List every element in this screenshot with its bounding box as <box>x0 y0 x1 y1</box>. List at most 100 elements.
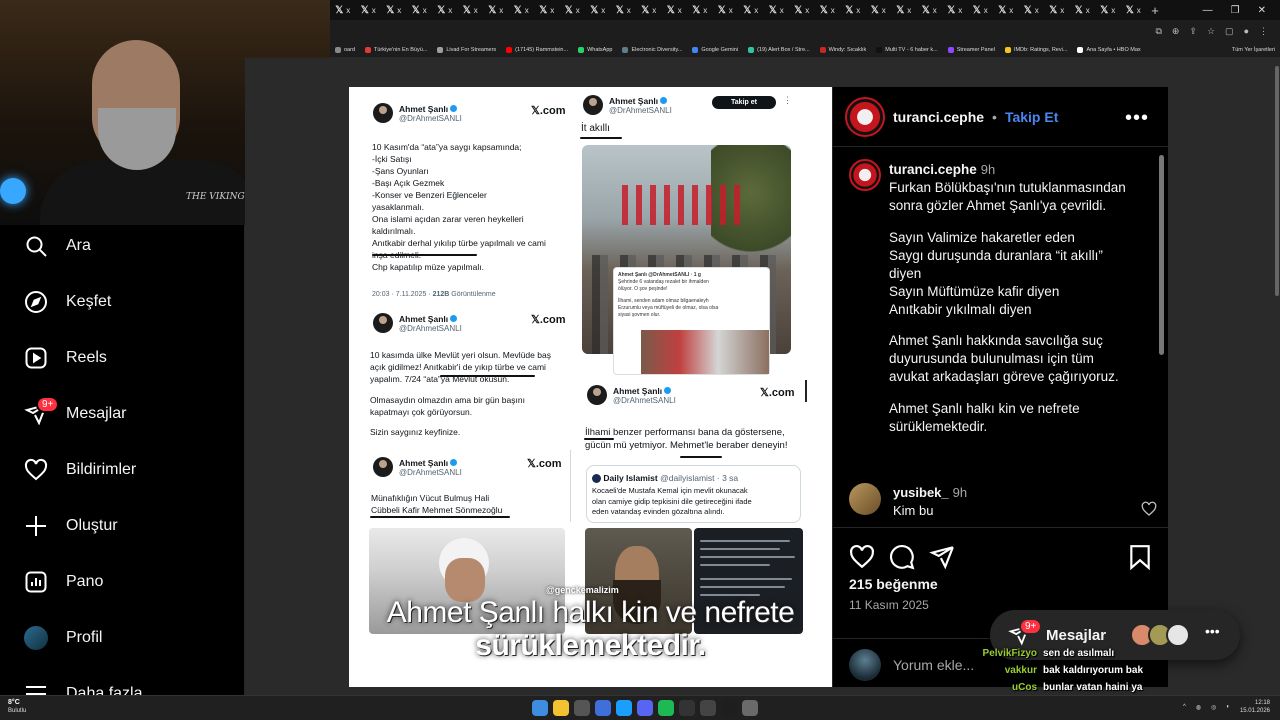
new-tab-button[interactable]: + <box>1146 3 1164 18</box>
tab-close-icon[interactable]: x <box>550 6 554 15</box>
browser-tab[interactable]: 𝕏x <box>840 0 866 20</box>
commenter-avatar[interactable] <box>849 483 881 515</box>
browser-tab[interactable]: 𝕏x <box>891 0 917 20</box>
browser-tab[interactable]: 𝕏x <box>917 0 943 20</box>
sidebar-item-search[interactable]: Ara <box>24 234 91 258</box>
obs-icon[interactable] <box>742 700 758 716</box>
tab-close-icon[interactable]: x <box>525 6 529 15</box>
tab-close-icon[interactable]: x <box>1086 6 1090 15</box>
browser-tab[interactable]: 𝕏x <box>993 0 1019 20</box>
browser-menu-icon[interactable]: ⋮ <box>1259 26 1268 37</box>
browser-tab[interactable]: 𝕏x <box>458 0 484 20</box>
tab-close-icon[interactable]: x <box>499 6 503 15</box>
browser-tab[interactable]: 𝕏x <box>611 0 637 20</box>
tab-close-icon[interactable]: x <box>907 6 911 15</box>
tab-close-icon[interactable]: x <box>601 6 605 15</box>
tab-close-icon[interactable]: x <box>1137 6 1141 15</box>
tab-close-icon[interactable]: x <box>576 6 580 15</box>
bookmark-item[interactable]: (17145) Rammstein... <box>501 46 573 53</box>
tab-close-icon[interactable]: x <box>984 6 988 15</box>
tab-close-icon[interactable]: x <box>372 6 376 15</box>
bookmark-item[interactable]: Electronic Diversity... <box>617 46 687 53</box>
comment-like-icon[interactable] <box>1141 501 1157 517</box>
browser-tab[interactable]: 𝕏x <box>942 0 968 20</box>
tab-close-icon[interactable]: x <box>933 6 937 15</box>
close-window-button[interactable]: ✕ <box>1258 5 1266 16</box>
bookmark-item[interactable]: IMDb: Ratings, Revi... <box>1000 46 1073 53</box>
all-bookmarks-button[interactable]: Tüm Yer İşaretleri <box>1227 47 1280 53</box>
browser-tab[interactable]: 𝕏x <box>687 0 713 20</box>
tab-close-icon[interactable]: x <box>627 6 631 15</box>
tab-close-icon[interactable]: x <box>1009 6 1013 15</box>
epic-games-icon[interactable] <box>679 700 695 716</box>
browser-tab[interactable]: 𝕏x <box>968 0 994 20</box>
tab-close-icon[interactable]: x <box>1060 6 1064 15</box>
app-icon[interactable] <box>700 700 716 716</box>
tray-network-icon[interactable]: ◎ <box>1211 704 1216 711</box>
browser-tab[interactable]: 𝕏x <box>815 0 841 20</box>
chrome-icon[interactable] <box>553 700 569 716</box>
browser-tab[interactable]: 𝕏x <box>636 0 662 20</box>
bookmark-item[interactable]: WhatsApp <box>573 46 617 53</box>
tab-close-icon[interactable]: x <box>1111 6 1115 15</box>
tab-close-icon[interactable]: x <box>448 6 452 15</box>
tab-close-icon[interactable]: x <box>805 6 809 15</box>
zoom-icon[interactable]: ⊕ <box>1172 26 1180 37</box>
browser-tab[interactable]: 𝕏x <box>866 0 892 20</box>
sidebar-item-notifications[interactable]: Bildirimler <box>24 458 136 482</box>
kick-icon[interactable] <box>721 700 737 716</box>
browser-tab[interactable]: 𝕏x <box>585 0 611 20</box>
browser-tab[interactable]: 𝕏x <box>407 0 433 20</box>
tab-close-icon[interactable]: x <box>780 6 784 15</box>
comments-scrollbar-thumb[interactable] <box>1159 155 1164 355</box>
caption-username[interactable]: turanci.cephe <box>889 162 977 177</box>
comments-scrollbar[interactable] <box>1159 147 1164 527</box>
browser-tab[interactable]: 𝕏x <box>1121 0 1147 20</box>
browser-tab[interactable]: 𝕏x <box>483 0 509 20</box>
save-icon[interactable] <box>1127 544 1153 570</box>
browser-tab[interactable]: 𝕏x <box>432 0 458 20</box>
sidebar-item-messages[interactable]: 9+ Mesajlar <box>24 396 126 426</box>
sidebar-item-explore[interactable]: Keşfet <box>24 290 111 314</box>
more-options-icon[interactable]: ••• <box>1125 107 1149 130</box>
app-icon[interactable] <box>595 700 611 716</box>
tray-mic-icon[interactable]: ◍ <box>1196 704 1201 711</box>
browser-tab[interactable]: 𝕏x <box>713 0 739 20</box>
sidebar-item-dashboard[interactable]: Pano <box>24 570 103 594</box>
tab-close-icon[interactable]: x <box>856 6 860 15</box>
like-icon[interactable] <box>849 544 875 570</box>
sidebar-item-create[interactable]: Oluştur <box>24 514 118 538</box>
browser-tab[interactable]: 𝕏x <box>560 0 586 20</box>
bookmark-item[interactable]: Windy: Sıcaklık <box>815 46 872 53</box>
bookmark-item[interactable]: Multi TV - 6 haber k... <box>871 46 942 53</box>
tab-close-icon[interactable]: x <box>703 6 707 15</box>
like-count[interactable]: 215 beğenme <box>849 576 938 592</box>
browser-tab[interactable]: 𝕏x <box>1070 0 1096 20</box>
browser-tab[interactable]: 𝕏x <box>534 0 560 20</box>
page-scrollbar[interactable] <box>1274 58 1280 695</box>
tab-close-icon[interactable]: x <box>882 6 886 15</box>
extensions-icon[interactable]: ▢ <box>1225 26 1234 37</box>
profile-icon[interactable]: ● <box>1244 26 1249 36</box>
caption-avatar[interactable] <box>849 159 881 191</box>
browser-tab[interactable]: 𝕏x <box>509 0 535 20</box>
clock[interactable]: 12:18 15.01.2026 <box>1240 699 1270 715</box>
tab-close-icon[interactable]: x <box>1035 6 1039 15</box>
bookmark-item[interactable]: oard <box>330 46 360 53</box>
browser-tab[interactable]: 𝕏x <box>1044 0 1070 20</box>
tray-volume-icon[interactable]: ◐ <box>1226 704 1230 710</box>
tab-close-icon[interactable]: x <box>831 6 835 15</box>
sidebar-item-profile[interactable]: Profil <box>24 626 102 650</box>
bookmark-item[interactable]: Livad For Streamers <box>432 46 501 53</box>
steam-icon[interactable] <box>616 700 632 716</box>
author-username[interactable]: turanci.cephe <box>893 109 984 125</box>
bookmark-item[interactable]: (19) Alert Box / Stre... <box>743 46 815 53</box>
commenter-username[interactable]: yusibek_ 9h <box>893 485 967 500</box>
spotify-icon[interactable] <box>658 700 674 716</box>
bookmark-item[interactable]: Google Gemini <box>687 46 743 53</box>
follow-button[interactable]: Takip Et <box>1005 109 1058 125</box>
browser-tab[interactable]: 𝕏x <box>662 0 688 20</box>
browser-tab[interactable]: 𝕏x <box>764 0 790 20</box>
bookmark-item[interactable]: Türkiye'nin En Büyü... <box>360 46 432 53</box>
browser-tab[interactable]: 𝕏x <box>1019 0 1045 20</box>
